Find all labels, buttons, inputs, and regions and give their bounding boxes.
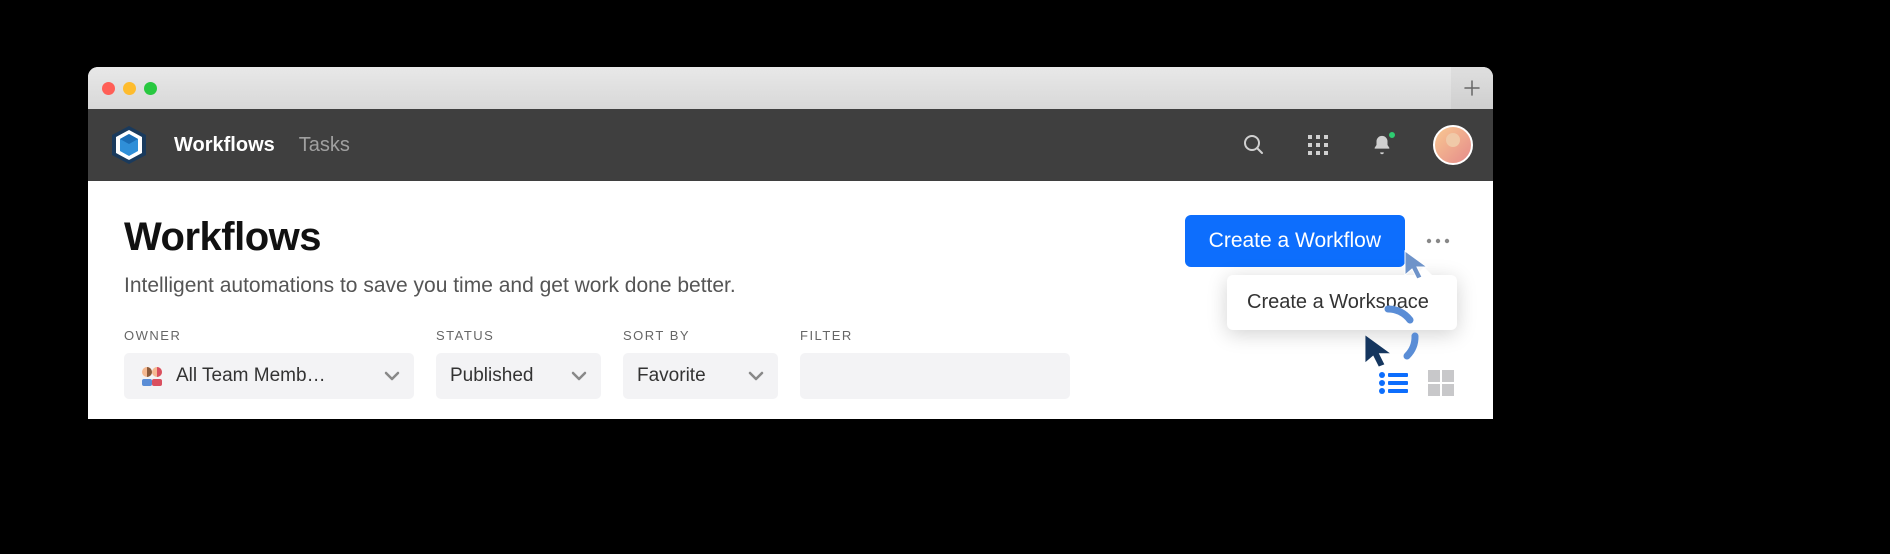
window-title-bar <box>88 67 1493 109</box>
nav-workflows[interactable]: Workflows <box>174 134 275 157</box>
status-filter-label: STATUS <box>436 328 601 343</box>
owner-filter-dropdown[interactable]: All Team Memb… <box>124 353 414 399</box>
nav-tasks[interactable]: Tasks <box>299 134 350 157</box>
app-window: Workflows Tasks Workflows Intelligent au… <box>88 67 1493 419</box>
loading-spinner-icon <box>1353 301 1423 371</box>
page-subtitle: Intelligent automations to save you time… <box>124 274 736 298</box>
apps-grid-icon[interactable] <box>1305 132 1331 158</box>
chevron-down-icon <box>748 365 764 387</box>
page-title: Workflows <box>124 215 736 260</box>
traffic-lights <box>102 82 157 95</box>
chevron-down-icon <box>571 365 587 387</box>
status-filter-dropdown[interactable]: Published <box>436 353 601 399</box>
filter-input[interactable] <box>800 353 1070 399</box>
team-members-icon <box>138 365 166 387</box>
filter-filter-label: FILTER <box>800 328 1070 343</box>
minimize-window-button[interactable] <box>123 82 136 95</box>
user-avatar[interactable] <box>1433 125 1473 165</box>
owner-filter-value: All Team Memb… <box>176 365 326 387</box>
cursor-pointer-icon <box>1401 247 1437 288</box>
notification-badge <box>1387 130 1397 140</box>
create-workflow-button[interactable]: Create a Workflow <box>1185 215 1405 267</box>
search-icon[interactable] <box>1241 132 1267 158</box>
maximize-window-button[interactable] <box>144 82 157 95</box>
main-content: Workflows Intelligent automations to sav… <box>88 181 1493 419</box>
grid-view-toggle[interactable] <box>1425 367 1457 399</box>
notifications-icon[interactable] <box>1369 132 1395 158</box>
sort-filter-label: SORT BY <box>623 328 778 343</box>
sort-filter-value: Favorite <box>637 365 706 387</box>
new-tab-button[interactable] <box>1451 67 1493 109</box>
sort-filter-dropdown[interactable]: Favorite <box>623 353 778 399</box>
filter-bar: OWNER All <box>124 328 1457 399</box>
owner-filter-label: OWNER <box>124 328 414 343</box>
app-logo-icon[interactable] <box>108 124 150 166</box>
status-filter-value: Published <box>450 365 533 387</box>
chevron-down-icon <box>384 365 400 387</box>
top-nav: Workflows Tasks <box>88 109 1493 181</box>
close-window-button[interactable] <box>102 82 115 95</box>
